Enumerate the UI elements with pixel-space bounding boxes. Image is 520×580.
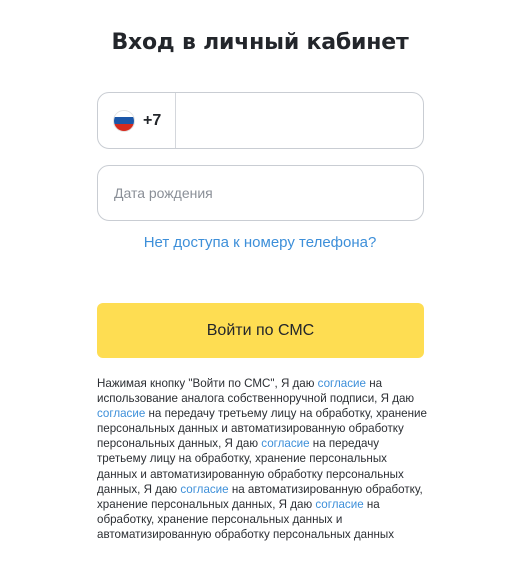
- page-title: Вход в личный кабинет: [111, 30, 409, 55]
- consent-link-1[interactable]: согласие: [318, 377, 366, 390]
- russia-flag-icon: [113, 109, 135, 132]
- consent-link-3[interactable]: согласие: [261, 437, 309, 450]
- consent-text: Нажимая кнопку "Войти по СМС", Я даю сог…: [97, 376, 427, 542]
- no-phone-access-link[interactable]: Нет доступа к номеру телефона?: [0, 234, 520, 251]
- birth-date-input[interactable]: [97, 165, 424, 221]
- consent-link-5[interactable]: согласие: [315, 498, 363, 511]
- consent-link-4[interactable]: согласие: [180, 483, 228, 496]
- consent-link-2[interactable]: согласие: [97, 407, 145, 420]
- phone-input[interactable]: [176, 93, 423, 148]
- phone-field: +7: [97, 92, 424, 149]
- consent-intro: Нажимая кнопку "Войти по СМС", Я даю: [97, 377, 318, 390]
- sms-login-button[interactable]: Войти по СМС: [97, 303, 424, 358]
- country-code: +7: [143, 111, 162, 129]
- country-selector[interactable]: +7: [98, 93, 176, 148]
